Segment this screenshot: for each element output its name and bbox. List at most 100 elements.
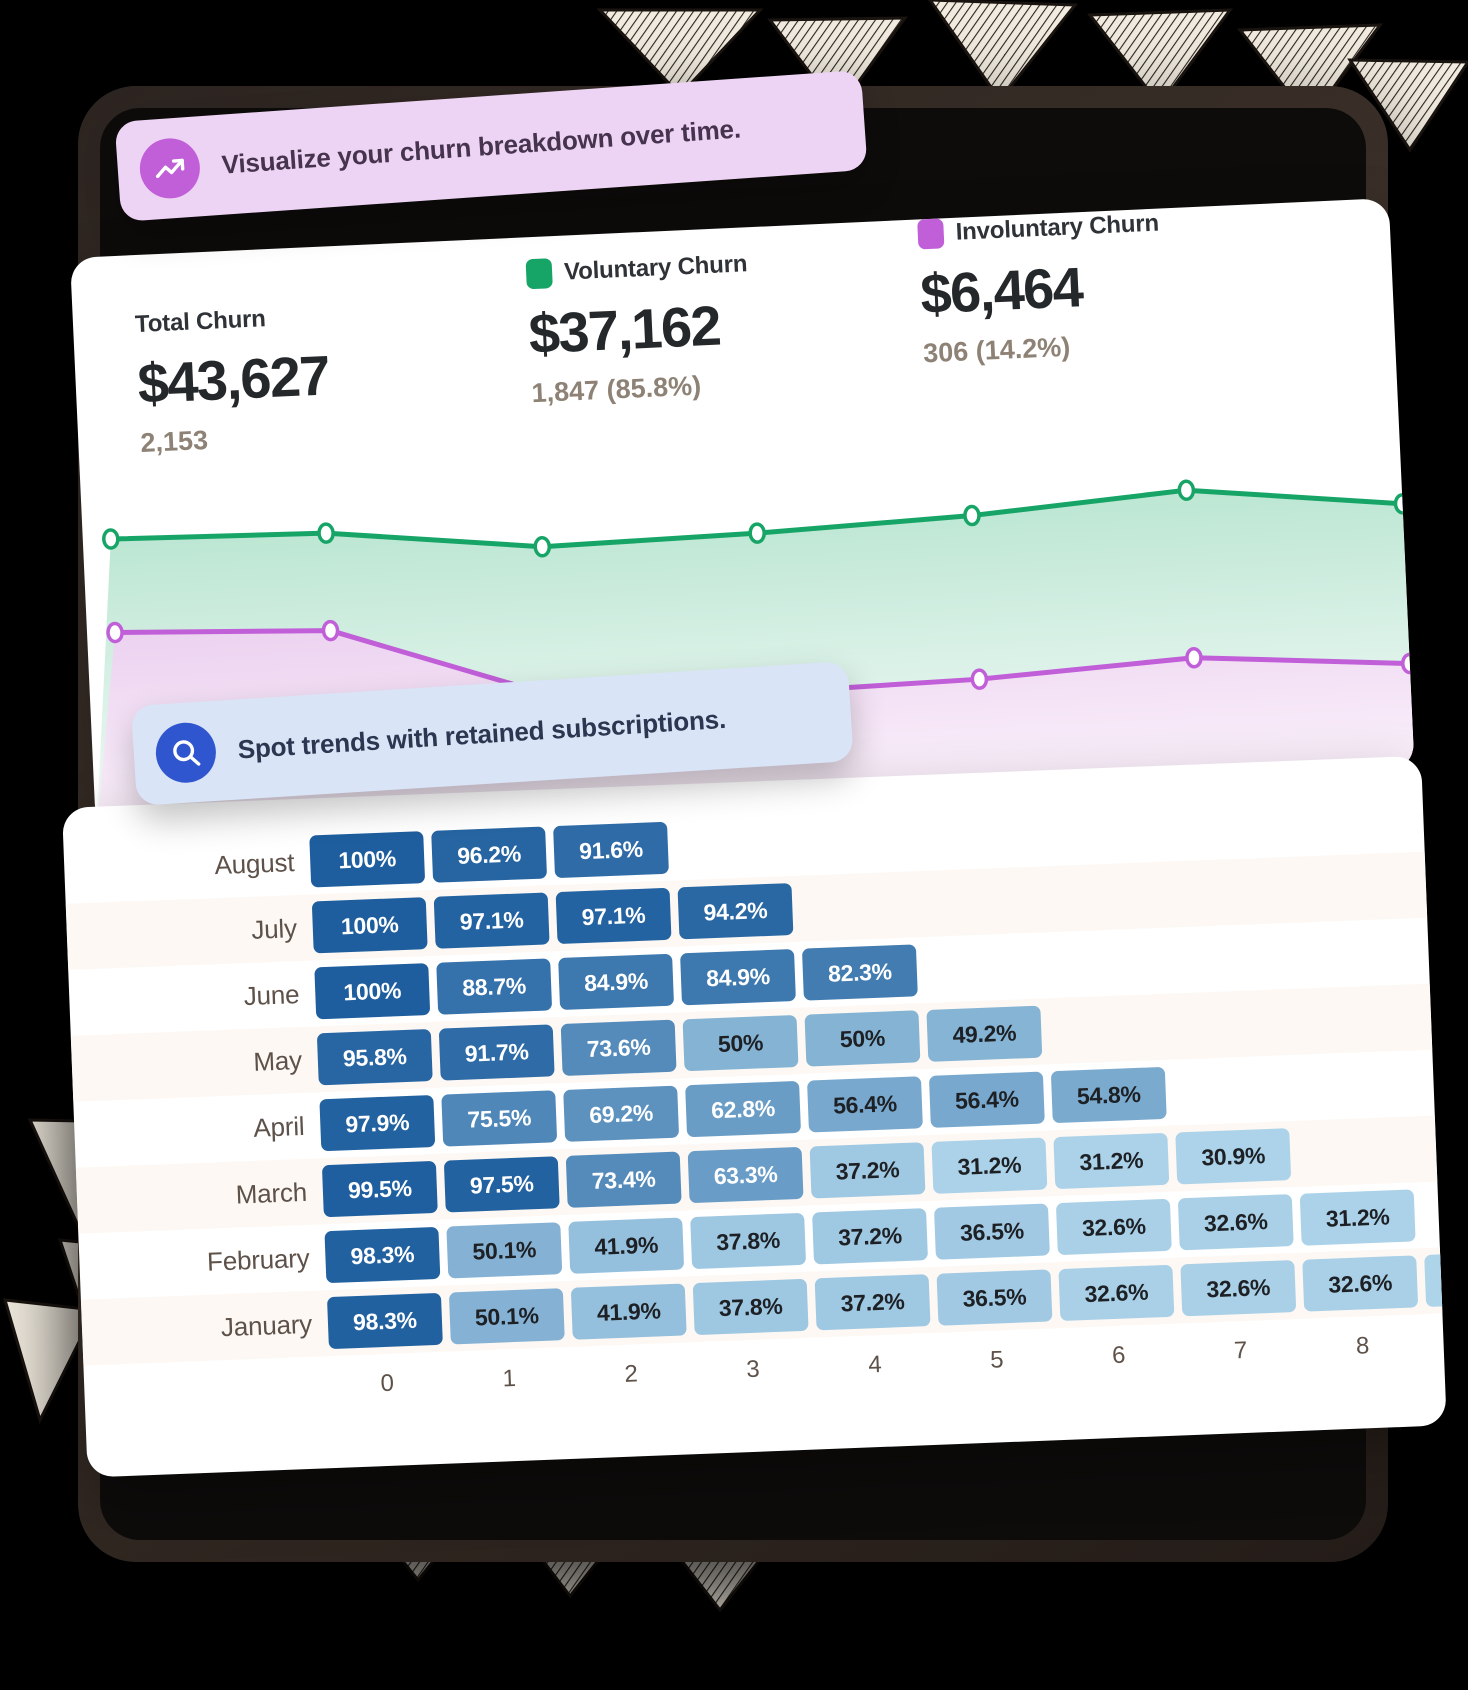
cohort-cell[interactable]: 32.6% (1302, 1255, 1419, 1312)
cohort-cell[interactable]: 84.9% (680, 949, 796, 1006)
cohort-cell[interactable]: 100% (314, 963, 431, 1020)
search-icon (154, 720, 218, 785)
chart-data-point[interactable] (102, 528, 120, 550)
metric-voluntary-churn-value: $37,162 (527, 293, 722, 366)
cohort-cell[interactable]: 41.9% (568, 1217, 685, 1274)
cohort-cell[interactable]: 91.7% (438, 1024, 555, 1081)
cohort-row-label: August (213, 846, 295, 880)
cohort-cell[interactable]: 73.4% (565, 1151, 682, 1208)
cohort-cell[interactable]: 97.5% (443, 1156, 560, 1213)
cohort-cell[interactable]: 30.9% (1175, 1128, 1292, 1185)
cohort-cell[interactable]: 32.6% (1177, 1194, 1294, 1251)
chart-data-point[interactable] (748, 522, 766, 544)
retention-cohort-card: August 100% 96.2% 91.6% July 100% 97.1% 97.1% 94… (62, 755, 1447, 1478)
cohort-cell[interactable]: 96.2% (431, 826, 548, 883)
cohort-row-label: May (252, 1044, 303, 1077)
cohort-cell[interactable]: 73.6% (560, 1019, 677, 1076)
cohort-cell[interactable]: 37.2% (809, 1142, 926, 1199)
cohort-cell[interactable]: 95.8% (316, 1029, 433, 1086)
cohort-cell[interactable]: 32.6% (1055, 1198, 1172, 1256)
metric-total-churn-value: $43,627 (136, 343, 331, 416)
cohort-cell[interactable]: 97.1% (555, 887, 672, 945)
metric-total-churn: Total Churn $43,627 2,153 (134, 302, 332, 459)
metric-involuntary-churn-value: $6,464 (919, 255, 1084, 326)
metric-total-churn-label: Total Churn (134, 305, 267, 339)
chart-data-point[interactable] (963, 504, 981, 527)
cohort-cell[interactable]: 49.2% (926, 1005, 1043, 1062)
metric-total-churn-count: 2,153 (139, 424, 209, 458)
cohort-cell[interactable]: 97.9% (319, 1094, 436, 1152)
cohort-cell[interactable]: 32.6% (1180, 1260, 1297, 1317)
metric-involuntary-churn-count: 306 (14.2%) (922, 331, 1071, 369)
cohort-cell[interactable]: 99.5% (321, 1160, 438, 1218)
cohort-cell[interactable]: 98.3% (324, 1226, 441, 1284)
cohort-axis-tick: 6 (1111, 1341, 1126, 1370)
chart-data-point[interactable] (106, 621, 124, 644)
cohort-cell[interactable]: 56.4% (928, 1071, 1045, 1128)
cohort-cell[interactable]: 50% (804, 1010, 921, 1067)
cohort-cell[interactable]: 31.2% (1053, 1132, 1170, 1190)
metric-voluntary-churn-label: Voluntary Churn (525, 249, 748, 290)
cohort-cell[interactable]: 50.1% (446, 1222, 563, 1279)
cohort-cell[interactable]: 62.8% (685, 1080, 802, 1138)
cohort-cell[interactable]: 88.7% (436, 958, 553, 1015)
cohort-cell[interactable]: 84.9% (558, 953, 675, 1011)
callout-visualize-churn-text: Visualize your churn breakdown over time… (220, 112, 742, 180)
cohort-cell[interactable]: 63.3% (687, 1146, 804, 1204)
cohort-cell[interactable]: 37.2% (814, 1274, 931, 1331)
involuntary-legend-swatch-icon (917, 218, 945, 250)
voluntary-legend-swatch-icon (525, 258, 553, 290)
cohort-row-label: June (243, 978, 300, 1011)
cohort-cell[interactable]: 94.2% (677, 883, 794, 940)
screenshot-stage: Total Churn $43,627 2,153 Voluntary Chur… (0, 0, 1468, 1690)
cohort-cell[interactable]: 50% (682, 1014, 799, 1072)
cohort-row-label: April (252, 1110, 305, 1143)
chart-data-point[interactable] (1177, 479, 1196, 501)
cohort-cell[interactable]: 36.5% (933, 1203, 1050, 1260)
cohort-row-label: March (235, 1176, 308, 1210)
cohort-cell[interactable]: 98.3% (326, 1292, 443, 1350)
cohort-axis-tick: 7 (1233, 1336, 1248, 1365)
cohort-axis-tick: 8 (1355, 1332, 1370, 1360)
cohort-axis-tick: 5 (989, 1346, 1005, 1374)
cohort-cell[interactable]: 41.9% (570, 1283, 687, 1340)
chart-data-point[interactable] (321, 619, 340, 642)
metric-voluntary-churn: Voluntary Churn $37,162 1,847 (85.8%) (525, 249, 754, 409)
cohort-axis-tick: 4 (867, 1350, 883, 1379)
cohort-axis-tick: 1 (502, 1365, 517, 1393)
metric-voluntary-churn-label-text: Voluntary Churn (563, 250, 748, 286)
cohort-cell[interactable]: 37.8% (690, 1212, 807, 1270)
chart-data-point[interactable] (970, 668, 989, 690)
cohort-cell[interactable]: 91.6% (553, 821, 669, 879)
cohort-cell[interactable]: 100% (309, 831, 426, 888)
cohort-cell[interactable]: 100% (311, 897, 428, 954)
cohort-cell-group: 100% 96.2% 91.6% (309, 821, 669, 888)
chart-data-point[interactable] (317, 522, 335, 544)
cohort-row-list: August 100% 96.2% 91.6% July 100% 97.1% 97.1% 94… (62, 756, 1447, 1366)
cohort-cell[interactable]: 37.8% (692, 1278, 809, 1336)
cohort-cell[interactable]: 75.5% (441, 1090, 558, 1147)
cohort-axis-tick: 3 (745, 1355, 761, 1384)
trending-up-icon (137, 136, 202, 201)
cohort-axis-tick: 2 (623, 1360, 639, 1388)
cohort-cell[interactable]: 37.2% (812, 1208, 928, 1265)
cohort-cell[interactable]: 82.3% (801, 944, 918, 1001)
chart-data-point[interactable] (1185, 646, 1203, 669)
cohort-cell[interactable]: 69.2% (563, 1085, 680, 1142)
cohort-row-label: July (250, 912, 298, 945)
metric-voluntary-churn-count: 1,847 (85.8%) (530, 370, 702, 409)
cohort-cell[interactable]: 36.5% (936, 1269, 1053, 1326)
cohort-cell[interactable]: 50.1% (448, 1288, 565, 1345)
cohort-cell[interactable]: 32.6% (1058, 1264, 1175, 1322)
cohort-cell[interactable]: 97.1% (433, 892, 550, 949)
cohort-row-label: January (220, 1308, 313, 1342)
cohort-axis-tick: 0 (380, 1369, 395, 1398)
metric-involuntary-churn: Involuntary Churn $6,464 306 (14.2%) (917, 209, 1165, 370)
callout-spot-trends-text: Spot trends with retained subscriptions. (236, 703, 727, 764)
cohort-cell[interactable]: 56.4% (807, 1076, 923, 1133)
cohort-row-label: February (206, 1242, 311, 1277)
chart-data-point[interactable] (533, 536, 552, 558)
cohort-cell[interactable]: 54.8% (1050, 1066, 1167, 1124)
cohort-cell[interactable]: 31.2% (1299, 1189, 1416, 1246)
cohort-cell[interactable]: 31.2% (931, 1137, 1048, 1194)
